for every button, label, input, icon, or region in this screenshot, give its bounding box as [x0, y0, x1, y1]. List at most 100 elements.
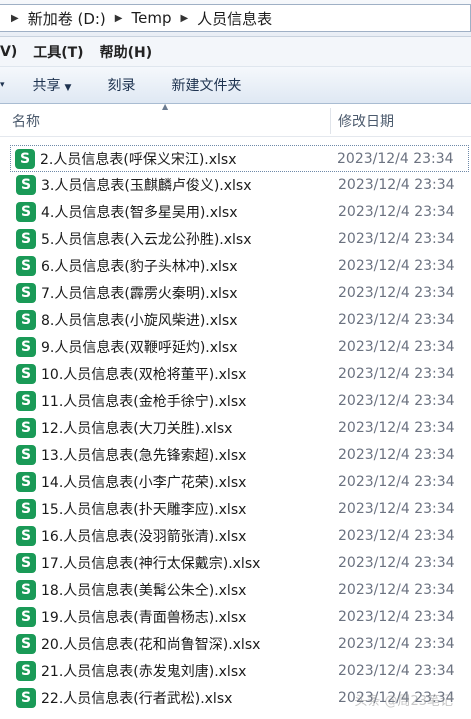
breadcrumb-temp[interactable]: Temp — [127, 9, 175, 27]
address-bar[interactable]: ▶ 新加卷 (D:) ▶ Temp ▶ 人员信息表 — [0, 0, 471, 37]
file-name: 15.人员信息表(扑天雕李应).xlsx — [41, 502, 247, 518]
file-row[interactable]: S 15.人员信息表(扑天雕李应).xlsx 2023/12/4 23:34 — [12, 496, 471, 522]
file-name: 3.人员信息表(玉麒麟卢俊义).xlsx — [41, 178, 252, 194]
file-modified-date: 2023/12/4 23:34 — [338, 366, 455, 382]
file-row[interactable]: S 13.人员信息表(急先锋索超).xlsx 2023/12/4 23:34 — [12, 442, 471, 468]
column-name-header[interactable]: 名称 — [12, 111, 40, 131]
breadcrumb-drive[interactable]: 新加卷 (D:) — [24, 8, 110, 29]
spreadsheet-file-icon: S — [16, 499, 36, 519]
file-row[interactable]: S 12.人员信息表(大刀关胜).xlsx 2023/12/4 23:34 — [12, 415, 471, 441]
menu-tools[interactable]: 工具(T) — [25, 42, 91, 62]
file-modified-date: 2023/12/4 23:34 — [338, 231, 455, 247]
file-row[interactable]: S 16.人员信息表(没羽箭张清).xlsx 2023/12/4 23:34 — [12, 523, 471, 549]
spreadsheet-file-icon: S — [15, 148, 35, 169]
file-row[interactable]: S 11.人员信息表(金枪手徐宁).xlsx 2023/12/4 23:34 — [12, 388, 471, 414]
spreadsheet-file-icon: S — [16, 580, 36, 600]
column-header: ▲ 名称 修改日期 — [0, 102, 471, 137]
new-folder-button[interactable]: 新建文件夹 — [153, 75, 259, 95]
file-modified-date: 2023/12/4 23:34 — [338, 636, 455, 652]
file-row[interactable]: S 10.人员信息表(双枪将董平).xlsx 2023/12/4 23:34 — [12, 361, 471, 387]
file-modified-date: 2023/12/4 23:34 — [338, 258, 455, 274]
file-row[interactable]: S 2.人员信息表(呼保义宋江).xlsx 2023/12/4 23:34 — [10, 145, 469, 172]
file-row[interactable]: S 7.人员信息表(霹雳火秦明).xlsx 2023/12/4 23:34 — [12, 280, 471, 306]
spreadsheet-file-icon: S — [16, 310, 36, 330]
file-modified-date: 2023/12/4 23:34 — [338, 285, 455, 301]
burn-button[interactable]: 刻录 — [89, 75, 153, 95]
spreadsheet-file-icon: S — [16, 418, 36, 438]
file-name: 20.人员信息表(花和尚鲁智深).xlsx — [41, 637, 261, 653]
file-row[interactable]: S 18.人员信息表(美髯公朱仝).xlsx 2023/12/4 23:34 — [12, 577, 471, 603]
file-name: 21.人员信息表(赤发鬼刘唐).xlsx — [41, 664, 247, 680]
file-name: 14.人员信息表(小李广花荣).xlsx — [41, 475, 247, 491]
file-name: 9.人员信息表(双鞭呼延灼).xlsx — [41, 340, 238, 356]
command-bar: ▾ 共享 ▼ 刻录 新建文件夹 — [0, 67, 471, 104]
spreadsheet-file-icon: S — [16, 337, 36, 357]
file-name: 19.人员信息表(青面兽杨志).xlsx — [41, 610, 247, 626]
chevron-right-icon: ▶ — [114, 12, 123, 24]
file-row[interactable]: S 20.人员信息表(花和尚鲁智深).xlsx 2023/12/4 23:34 — [12, 631, 471, 657]
file-name: 8.人员信息表(小旋风柴进).xlsx — [41, 313, 238, 329]
file-modified-date: 2023/12/4 23:34 — [338, 420, 455, 436]
chevron-right-icon: ▶ — [11, 12, 19, 24]
spreadsheet-file-icon: S — [16, 445, 36, 465]
file-modified-date: 2023/12/4 23:34 — [338, 339, 455, 355]
spreadsheet-file-icon: S — [16, 607, 36, 627]
file-modified-date: 2023/12/4 23:34 — [338, 663, 455, 679]
file-row[interactable]: S 8.人员信息表(小旋风柴进).xlsx 2023/12/4 23:34 — [12, 307, 471, 333]
file-name: 18.人员信息表(美髯公朱仝).xlsx — [41, 583, 247, 599]
spreadsheet-file-icon: S — [16, 661, 36, 681]
chevron-down-icon: ▼ — [64, 83, 72, 93]
file-name: 12.人员信息表(大刀关胜).xlsx — [41, 421, 233, 437]
file-modified-date: 2023/12/4 23:34 — [338, 393, 455, 409]
sort-ascending-icon: ▲ — [162, 102, 169, 111]
file-modified-date: 2023/12/4 23:34 — [338, 501, 455, 517]
file-row[interactable]: S 3.人员信息表(玉麒麟卢俊义).xlsx 2023/12/4 23:34 — [12, 172, 471, 198]
file-name: 2.人员信息表(呼保义宋江).xlsx — [40, 151, 237, 168]
chevron-right-icon: ▶ — [180, 12, 189, 24]
menu-view[interactable]: V) — [0, 44, 25, 60]
spreadsheet-file-icon: S — [16, 364, 36, 384]
menu-help[interactable]: 帮助(H) — [92, 42, 161, 62]
file-row[interactable]: S 6.人员信息表(豹子头林冲).xlsx 2023/12/4 23:34 — [12, 253, 471, 279]
file-name: 13.人员信息表(急先锋索超).xlsx — [41, 448, 247, 464]
file-row[interactable]: S 9.人员信息表(双鞭呼延灼).xlsx 2023/12/4 23:34 — [12, 334, 471, 360]
file-modified-date: 2023/12/4 23:34 — [338, 582, 455, 598]
spreadsheet-file-icon: S — [16, 553, 36, 573]
spreadsheet-file-icon: S — [16, 526, 36, 546]
breadcrumb[interactable]: ▶ 新加卷 (D:) ▶ Temp ▶ 人员信息表 — [0, 4, 471, 32]
file-name: 17.人员信息表(神行太保戴宗).xlsx — [41, 556, 261, 572]
file-name: 22.人员信息表(行者武松).xlsx — [41, 691, 233, 707]
breadcrumb-current[interactable]: 人员信息表 — [193, 8, 276, 29]
file-name: 11.人员信息表(金枪手徐宁).xlsx — [41, 394, 247, 410]
file-modified-date: 2023/12/4 23:34 — [338, 177, 455, 193]
file-name: 6.人员信息表(豹子头林冲).xlsx — [41, 259, 238, 275]
column-date-header[interactable]: 修改日期 — [338, 111, 394, 131]
file-modified-date: 2023/12/4 23:34 — [338, 528, 455, 544]
file-name: 16.人员信息表(没羽箭张清).xlsx — [41, 529, 247, 545]
file-name: 4.人员信息表(智多星吴用).xlsx — [41, 205, 238, 221]
file-row[interactable]: S 5.人员信息表(入云龙公孙胜).xlsx 2023/12/4 23:34 — [12, 226, 471, 252]
spreadsheet-file-icon: S — [16, 472, 36, 492]
file-row[interactable]: S 4.人员信息表(智多星吴用).xlsx 2023/12/4 23:34 — [12, 199, 471, 225]
file-row[interactable]: S 17.人员信息表(神行太保戴宗).xlsx 2023/12/4 23:34 — [12, 550, 471, 576]
file-modified-date: 2023/12/4 23:34 — [338, 555, 455, 571]
spreadsheet-file-icon: S — [16, 202, 36, 222]
file-modified-date: 2023/12/4 23:34 — [338, 609, 455, 625]
file-row[interactable]: S 14.人员信息表(小李广花荣).xlsx 2023/12/4 23:34 — [12, 469, 471, 495]
spreadsheet-file-icon: S — [16, 283, 36, 303]
file-modified-date: 2023/12/4 23:34 — [338, 204, 455, 220]
file-modified-date: 2023/12/4 23:34 — [337, 150, 454, 167]
file-row[interactable]: S 19.人员信息表(青面兽杨志).xlsx 2023/12/4 23:34 — [12, 604, 471, 630]
menu-bar: V) 工具(T) 帮助(H) — [0, 37, 471, 67]
file-modified-date: 2023/12/4 23:34 — [338, 447, 455, 463]
spreadsheet-file-icon: S — [16, 256, 36, 276]
spreadsheet-file-icon: S — [16, 634, 36, 654]
share-button[interactable]: 共享 ▼ — [5, 75, 90, 95]
share-label: 共享 — [32, 78, 61, 94]
column-divider[interactable] — [330, 108, 331, 134]
file-modified-date: 2023/12/4 23:34 — [338, 312, 455, 328]
spreadsheet-file-icon: S — [16, 688, 36, 708]
file-modified-date: 2023/12/4 23:34 — [338, 474, 455, 490]
file-row[interactable]: S 21.人员信息表(赤发鬼刘唐).xlsx 2023/12/4 23:34 — [12, 658, 471, 684]
spreadsheet-file-icon: S — [16, 229, 36, 249]
